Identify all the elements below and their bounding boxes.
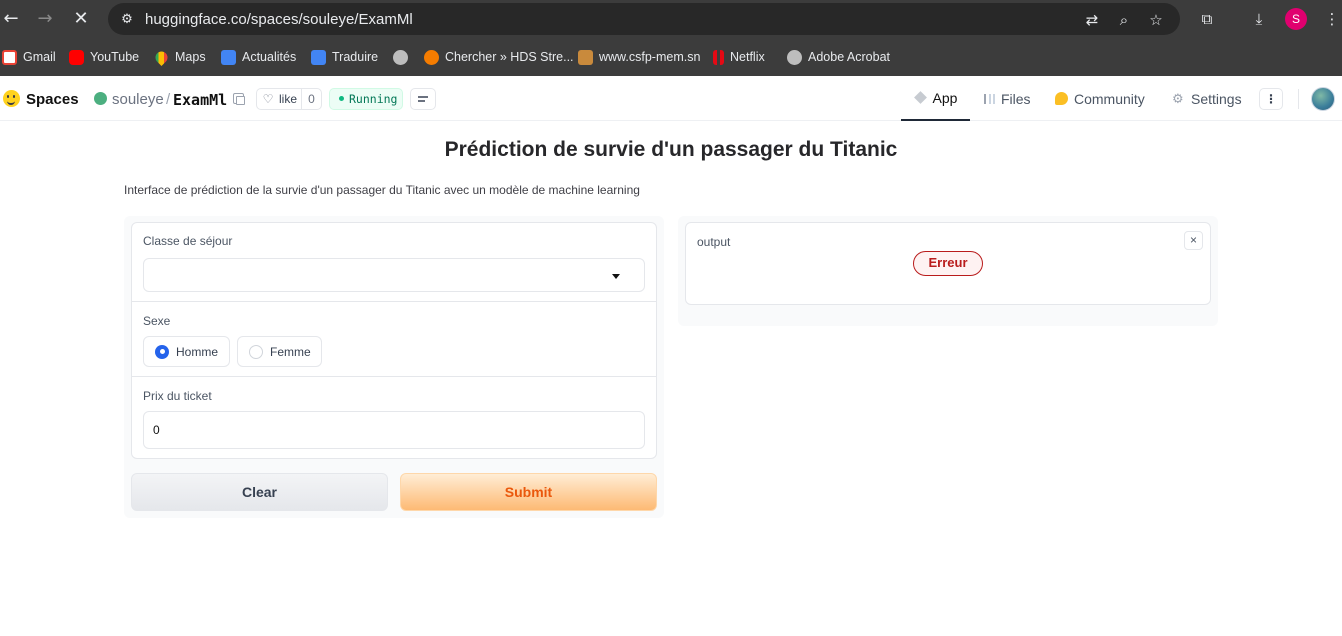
bookmark-label: Adobe Acrobat (808, 50, 891, 64)
stop-loading-icon[interactable]: ✕ (70, 8, 92, 30)
youtube-icon (69, 49, 84, 65)
bookmark-news[interactable]: Actualités (221, 48, 296, 66)
gear-icon: ⚙ (1172, 91, 1184, 106)
bookmark-label: Gmail (23, 50, 56, 64)
site-icon (578, 49, 593, 65)
back-icon[interactable]: ← (0, 8, 22, 30)
sex-label: Sexe (143, 314, 171, 328)
like-button[interactable]: ♡ like 0 (256, 88, 322, 110)
radio-femme[interactable]: Femme (237, 336, 322, 367)
profile-avatar[interactable]: S (1285, 8, 1307, 30)
tab-community[interactable]: Community (1055, 76, 1145, 121)
bookmark-youtube[interactable]: YouTube (69, 48, 139, 66)
submit-button[interactable]: Submit (400, 473, 657, 511)
copy-icon[interactable] (233, 93, 245, 105)
tab-app[interactable]: App (901, 76, 970, 121)
hf-space-header: Spaces souleye / ExamMl ♡ like 0 Running… (0, 76, 1342, 121)
play-icon (424, 49, 439, 65)
bookmark-translate[interactable]: Traduire (311, 48, 378, 66)
globe-icon (787, 49, 802, 65)
more-options-button[interactable]: ⋮ (1259, 88, 1283, 110)
bookmark-globe[interactable] (393, 48, 414, 66)
class-label: Classe de séjour (143, 234, 233, 248)
bookmark-label: Chercher » HDS Stre... (445, 50, 574, 64)
heart-icon: ♡ (262, 92, 274, 106)
bookmark-csfp[interactable]: www.csfp-mem.sn (578, 48, 700, 66)
bookmark-label: Traduire (332, 50, 379, 64)
bookmark-star-icon[interactable]: ☆ (1146, 11, 1166, 29)
field-divider (131, 376, 657, 377)
spaces-link[interactable]: Spaces (26, 91, 79, 108)
bookmarks-bar: Gmail YouTube Maps Actualités Traduire C… (0, 38, 1342, 76)
space-avatar-icon (94, 92, 107, 105)
radio-selected-icon (155, 344, 169, 359)
netflix-icon (713, 49, 724, 65)
field-divider (131, 301, 657, 302)
close-icon[interactable]: × (1184, 231, 1203, 250)
radio-label: Homme (176, 344, 219, 359)
tab-label: Settings (1191, 90, 1242, 107)
radio-homme[interactable]: Homme (143, 336, 230, 367)
path-separator: / (166, 91, 171, 108)
like-count[interactable]: 0 (301, 89, 321, 109)
translate-page-icon[interactable]: ⇄ (1082, 11, 1102, 29)
bookmark-label: Netflix (730, 50, 765, 64)
page-title: Prédiction de survie d'un passager du Ti… (444, 138, 898, 161)
error-badge: Erreur (913, 251, 983, 276)
bookmark-label: YouTube (90, 50, 140, 64)
news-icon (221, 49, 236, 65)
page-description: Interface de prédiction de la survie d'u… (124, 183, 640, 197)
gmail-icon (2, 49, 17, 65)
bookmark-acrobat[interactable]: Adobe Acrobat (787, 48, 890, 66)
maps-icon (153, 48, 170, 66)
space-name-link[interactable]: ExamMl (173, 91, 227, 109)
forward-icon[interactable]: → (34, 8, 56, 30)
space-owner-link[interactable]: souleye (112, 91, 164, 108)
price-label: Prix du ticket (143, 389, 212, 403)
header-divider (1298, 89, 1299, 109)
site-settings-icon[interactable]: ⚙ (118, 10, 136, 28)
tab-settings[interactable]: ⚙ Settings (1172, 76, 1242, 121)
tab-label: App (932, 89, 958, 106)
tab-files[interactable]: Files (984, 76, 1031, 121)
download-icon[interactable]: ⤓ (1249, 9, 1269, 29)
bookmark-label: Maps (175, 50, 206, 64)
radio-unselected-icon (249, 344, 263, 359)
bookmark-hds[interactable]: Chercher » HDS Stre... (424, 48, 574, 66)
bookmark-label: www.csfp-mem.sn (599, 50, 701, 64)
url-text[interactable]: huggingface.co/spaces/souleye/ExamMl (145, 11, 413, 28)
bookmark-netflix[interactable]: Netflix (713, 48, 765, 66)
zoom-icon[interactable]: ⌕ (1114, 11, 1134, 29)
caret-down-icon (612, 274, 620, 279)
logs-button[interactable] (410, 88, 436, 110)
bookmark-label: Actualités (242, 50, 297, 64)
tab-label: Community (1074, 90, 1145, 107)
clear-button[interactable]: Clear (131, 473, 388, 511)
price-input[interactable]: 0 (143, 411, 645, 449)
extensions-icon[interactable]: ⧉ (1197, 9, 1217, 29)
bookmark-maps[interactable]: Maps (153, 48, 206, 66)
hugging-face-logo-icon[interactable] (3, 90, 20, 107)
output-label: output (697, 235, 731, 249)
globe-icon (393, 49, 408, 65)
browser-toolbar: ← → ✕ ⚙ huggingface.co/spaces/souleye/Ex… (0, 0, 1342, 38)
community-icon (1055, 92, 1068, 105)
address-bar[interactable]: ⚙ huggingface.co/spaces/souleye/ExamMl ⇄… (108, 3, 1180, 35)
tab-label: Files (1001, 90, 1031, 107)
like-label: like (279, 92, 298, 106)
cube-icon (913, 91, 927, 104)
status-badge: Running (329, 88, 403, 110)
user-avatar[interactable] (1311, 87, 1335, 111)
class-dropdown[interactable] (143, 258, 645, 292)
radio-label: Femme (270, 344, 311, 359)
bookmark-gmail[interactable]: Gmail (2, 48, 56, 66)
files-icon (984, 93, 995, 104)
translate-icon (311, 49, 326, 65)
browser-menu-icon[interactable]: ⋮ (1322, 9, 1342, 29)
